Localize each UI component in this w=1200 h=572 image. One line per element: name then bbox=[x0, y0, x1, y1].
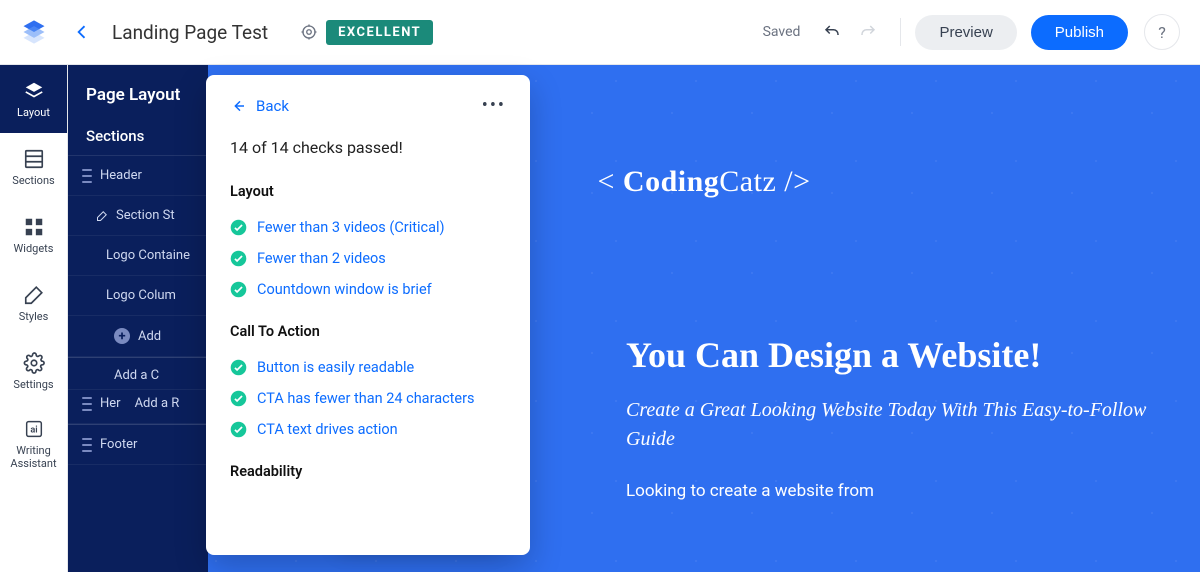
hero-content: You Can Design a Website! Create a Great… bbox=[626, 333, 1160, 504]
brush-icon bbox=[96, 210, 108, 222]
sidebar-subtitle: Sections bbox=[68, 117, 208, 156]
nav-item-widgets[interactable]: Widgets bbox=[0, 201, 67, 269]
plus-icon: + bbox=[114, 328, 130, 344]
undo-button[interactable] bbox=[822, 22, 842, 42]
hero-brand: < CodingCatz /> bbox=[597, 165, 810, 199]
tree-item-add[interactable]: + Add bbox=[68, 316, 208, 357]
check-circle-icon bbox=[230, 421, 247, 438]
back-arrow-icon[interactable] bbox=[72, 22, 92, 42]
tree-item-section-style[interactable]: Section St bbox=[68, 196, 208, 236]
tree-label: Add bbox=[138, 329, 161, 344]
check-item[interactable]: Countdown window is brief bbox=[230, 274, 506, 305]
nav-rail: Layout Sections Widgets Styles Settings … bbox=[0, 65, 68, 572]
hero-body: Looking to create a website from bbox=[626, 480, 1160, 504]
check-circle-icon bbox=[230, 281, 247, 298]
check-circle-icon bbox=[230, 390, 247, 407]
check-item[interactable]: Button is easily readable bbox=[230, 352, 506, 383]
check-circle-icon bbox=[230, 359, 247, 376]
nav-label: Widgets bbox=[14, 242, 54, 255]
publish-button[interactable]: Publish bbox=[1031, 15, 1128, 50]
arrow-left-icon bbox=[230, 98, 246, 114]
widgets-icon bbox=[23, 216, 45, 238]
status-badge: EXCELLENT bbox=[326, 20, 433, 45]
checks-section-title: Call To Action bbox=[230, 323, 506, 340]
tree-item-logo-container[interactable]: Logo Containe bbox=[68, 236, 208, 276]
check-item[interactable]: CTA text drives action bbox=[230, 414, 506, 445]
tree-label: Add a C bbox=[114, 368, 159, 383]
nav-label: Styles bbox=[19, 310, 49, 323]
sidebar-panel: Page Layout Sections Header Section St L… bbox=[68, 65, 208, 572]
check-item[interactable]: Fewer than 2 videos bbox=[230, 243, 506, 274]
gear-icon bbox=[23, 352, 45, 374]
tree-label: Section St bbox=[116, 208, 175, 223]
tree-label: Header bbox=[100, 168, 142, 183]
checks-section-title: Layout bbox=[230, 183, 506, 200]
help-button[interactable]: ? bbox=[1144, 14, 1180, 50]
checks-summary: 14 of 14 checks passed! bbox=[230, 138, 506, 157]
drag-handle-icon[interactable] bbox=[82, 397, 92, 411]
checks-section-title: Readability bbox=[230, 463, 506, 480]
drag-handle-icon[interactable] bbox=[82, 438, 92, 452]
tree-label: Logo Containe bbox=[106, 248, 190, 263]
nav-item-styles[interactable]: Styles bbox=[0, 269, 67, 337]
back-label: Back bbox=[256, 97, 289, 115]
tree-label: Her bbox=[100, 396, 121, 411]
checks-popover: Back ••• 14 of 14 checks passed! Layout … bbox=[206, 75, 530, 555]
svg-text:ai: ai bbox=[30, 425, 37, 435]
brush-icon bbox=[23, 284, 45, 306]
layers-icon bbox=[23, 80, 45, 102]
tree-item-logo-column[interactable]: Logo Colum bbox=[68, 276, 208, 316]
ai-icon: ai bbox=[23, 418, 45, 440]
hero-heading: You Can Design a Website! bbox=[626, 333, 1160, 378]
target-icon bbox=[300, 23, 318, 41]
nav-item-layout[interactable]: Layout bbox=[0, 65, 67, 133]
nav-label: Writing Assistant bbox=[0, 444, 67, 470]
tree-item-add-c[interactable]: Add a C bbox=[68, 358, 208, 390]
conversion-score-button[interactable]: EXCELLENT bbox=[300, 20, 433, 45]
tree-item-footer[interactable]: Footer bbox=[68, 425, 208, 465]
redo-button[interactable] bbox=[858, 22, 878, 42]
saved-indicator: Saved bbox=[763, 24, 801, 40]
nav-item-sections[interactable]: Sections bbox=[0, 133, 67, 201]
tree-label: Footer bbox=[100, 437, 137, 452]
check-item[interactable]: CTA has fewer than 24 characters bbox=[230, 383, 506, 414]
hero-subheading: Create a Great Looking Website Today Wit… bbox=[626, 396, 1160, 454]
tree-item-hero-row[interactable]: Her Add a R bbox=[68, 390, 208, 424]
divider bbox=[900, 18, 901, 46]
popover-back-button[interactable]: Back bbox=[230, 97, 289, 115]
top-bar: Landing Page Test EXCELLENT Saved Previe… bbox=[0, 0, 1200, 65]
sidebar-title: Page Layout bbox=[68, 81, 208, 117]
check-circle-icon bbox=[230, 219, 247, 236]
nav-item-settings[interactable]: Settings bbox=[0, 337, 67, 405]
drag-handle-icon[interactable] bbox=[82, 169, 92, 183]
popover-more-button[interactable]: ••• bbox=[482, 95, 506, 116]
nav-label: Sections bbox=[12, 174, 54, 187]
page-title: Landing Page Test bbox=[112, 21, 268, 44]
nav-item-writing-assistant[interactable]: ai Writing Assistant bbox=[0, 405, 67, 483]
logo-icon[interactable] bbox=[20, 18, 48, 46]
check-circle-icon bbox=[230, 250, 247, 267]
tree-label: Logo Colum bbox=[106, 288, 176, 303]
preview-button[interactable]: Preview bbox=[915, 15, 1016, 50]
tree-item-header[interactable]: Header bbox=[68, 156, 208, 196]
grid-icon bbox=[23, 148, 45, 170]
nav-label: Settings bbox=[13, 378, 53, 391]
check-item[interactable]: Fewer than 3 videos (Critical) bbox=[230, 212, 506, 243]
nav-label: Layout bbox=[17, 106, 50, 119]
tree-label: Add a R bbox=[135, 396, 180, 411]
